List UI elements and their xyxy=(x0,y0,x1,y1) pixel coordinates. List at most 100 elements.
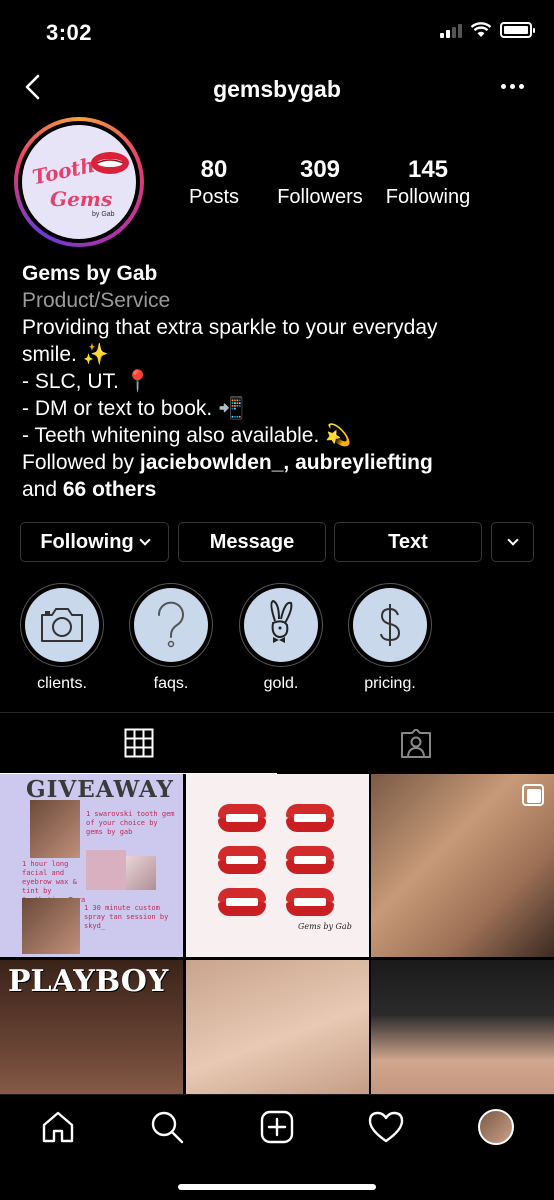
profile-tabs xyxy=(0,712,554,774)
giveaway-item: 1 30 minute custom spray tan session by … xyxy=(84,904,169,930)
following-button-label: Following xyxy=(40,530,134,553)
lips-graphic xyxy=(286,846,334,874)
profile-category: Product/Service xyxy=(22,289,171,312)
profile-header: gemsbygab xyxy=(0,64,554,114)
bio-line: smile. ✨ xyxy=(22,343,109,366)
bottom-navigation xyxy=(0,1094,554,1200)
battery-icon xyxy=(500,22,535,38)
followed-by-prefix: Followed by xyxy=(22,451,140,474)
stat-following[interactable]: 145 Following xyxy=(378,156,478,209)
lips-graphic xyxy=(286,888,334,916)
post-photo xyxy=(126,856,156,890)
post-giveaway[interactable]: GIVEAWAY 1 swarovski tooth gem of your c… xyxy=(0,774,183,957)
lips-graphic xyxy=(218,846,266,874)
logo-text-gems: Gems xyxy=(50,187,113,211)
message-button-label: Message xyxy=(209,530,295,553)
dollar-icon xyxy=(380,604,401,646)
post-smile-photo[interactable] xyxy=(371,774,554,957)
suggested-accounts-button[interactable] xyxy=(491,522,534,562)
playboy-title: PLAYBOY xyxy=(8,964,169,999)
profile-username: gemsbygab xyxy=(213,76,341,102)
followed-by[interactable]: Followed by jaciebowlden_, aubreylieftin… xyxy=(22,449,542,476)
highlight-label: clients. xyxy=(37,675,87,692)
post-lips[interactable]: Gems by Gab xyxy=(186,774,369,957)
profile-actions: Following Message Text xyxy=(20,522,534,562)
stat-value: 145 xyxy=(407,156,449,183)
stat-value: 309 xyxy=(299,156,341,183)
tagged-person-icon xyxy=(400,728,431,758)
nav-profile[interactable] xyxy=(478,1109,514,1145)
heart-icon xyxy=(368,1111,404,1143)
followed-by-names[interactable]: jaciebowlden_, aubreyliefting xyxy=(140,451,433,474)
bio-line: - DM or text to book. 📲 xyxy=(22,397,245,420)
stat-label: Followers xyxy=(277,186,363,208)
search-icon xyxy=(151,1111,184,1144)
lips-graphic xyxy=(218,888,266,916)
bio-line: - Teeth whitening also available. 💫 xyxy=(22,424,352,447)
add-post-icon xyxy=(260,1110,294,1144)
bunny-icon xyxy=(270,599,293,643)
logo-text-by: by Gab xyxy=(92,211,115,218)
stat-followers[interactable]: 309 Followers xyxy=(270,156,370,209)
post-portrait-photo[interactable] xyxy=(371,960,554,1094)
carousel-icon xyxy=(522,784,544,806)
giveaway-item: 1 swarovski tooth gem of your choice by … xyxy=(86,810,175,836)
message-button[interactable]: Message xyxy=(178,522,326,562)
giveaway-title: GIVEAWAY xyxy=(26,776,174,803)
status-icons xyxy=(440,22,535,38)
bio-line: Providing that extra sparkle to your eve… xyxy=(22,316,438,339)
highlight-pricing[interactable]: pricing. xyxy=(347,583,433,693)
highlight-faqs[interactable]: faqs. xyxy=(128,583,214,693)
lips-graphic xyxy=(218,804,266,832)
nav-activity[interactable] xyxy=(368,1109,404,1145)
post-playboy[interactable]: PLAYBOY xyxy=(0,960,183,1094)
nav-search[interactable] xyxy=(149,1109,185,1145)
lips-graphic xyxy=(286,804,334,832)
logo-text-tooth: Tooth xyxy=(30,152,97,190)
tab-grid[interactable] xyxy=(0,713,277,774)
text-button[interactable]: Text xyxy=(334,522,482,562)
home-icon xyxy=(42,1111,74,1143)
post-photo xyxy=(22,898,80,954)
bio-line: - SLC, UT. 📍 xyxy=(22,370,151,393)
following-button[interactable]: Following xyxy=(20,522,169,562)
post-closeup-photo[interactable] xyxy=(186,960,369,1094)
wifi-icon xyxy=(470,22,492,37)
camera-icon xyxy=(41,608,83,642)
stat-posts[interactable]: 80 Posts xyxy=(174,156,254,209)
stat-value: 80 xyxy=(200,156,228,183)
lips-icon xyxy=(91,152,129,174)
signal-icon xyxy=(440,22,462,38)
highlight-label: gold. xyxy=(263,675,299,692)
post-photo xyxy=(86,850,126,890)
status-time: 3:02 xyxy=(46,20,93,45)
tab-tagged[interactable] xyxy=(277,713,554,774)
highlight-clients[interactable]: clients. xyxy=(19,583,105,693)
stat-label: Following xyxy=(385,186,471,208)
profile-bio: Gems by Gab Product/Service Providing th… xyxy=(22,260,542,503)
followed-by-count[interactable]: 66 others xyxy=(63,478,156,501)
post-signature: Gems by Gab xyxy=(298,922,352,931)
chevron-down-icon xyxy=(138,533,151,546)
avatar-logo: Tooth Gems by Gab xyxy=(22,125,136,239)
home-indicator[interactable] xyxy=(178,1184,376,1190)
profile-avatar-small xyxy=(478,1109,514,1145)
status-bar: 3:02 xyxy=(0,0,554,60)
nav-home[interactable] xyxy=(40,1109,76,1145)
more-options-icon[interactable] xyxy=(501,84,524,89)
followed-by-and: and xyxy=(22,478,63,501)
chevron-down-icon xyxy=(506,533,519,546)
stat-label: Posts xyxy=(188,186,240,208)
highlight-label: pricing. xyxy=(364,675,416,692)
question-icon xyxy=(157,601,184,648)
followed-by-others[interactable]: and 66 others xyxy=(22,476,542,503)
grid-icon xyxy=(124,728,153,758)
text-button-label: Text xyxy=(388,530,428,553)
posts-grid: GIVEAWAY 1 swarovski tooth gem of your c… xyxy=(0,774,554,1094)
nav-new-post[interactable] xyxy=(259,1109,295,1145)
profile-display-name: Gems by Gab xyxy=(22,262,158,285)
profile-avatar[interactable]: Tooth Gems by Gab xyxy=(14,117,144,247)
post-photo xyxy=(30,800,80,858)
highlight-label: faqs. xyxy=(153,675,189,692)
highlight-gold[interactable]: gold. xyxy=(238,583,324,693)
